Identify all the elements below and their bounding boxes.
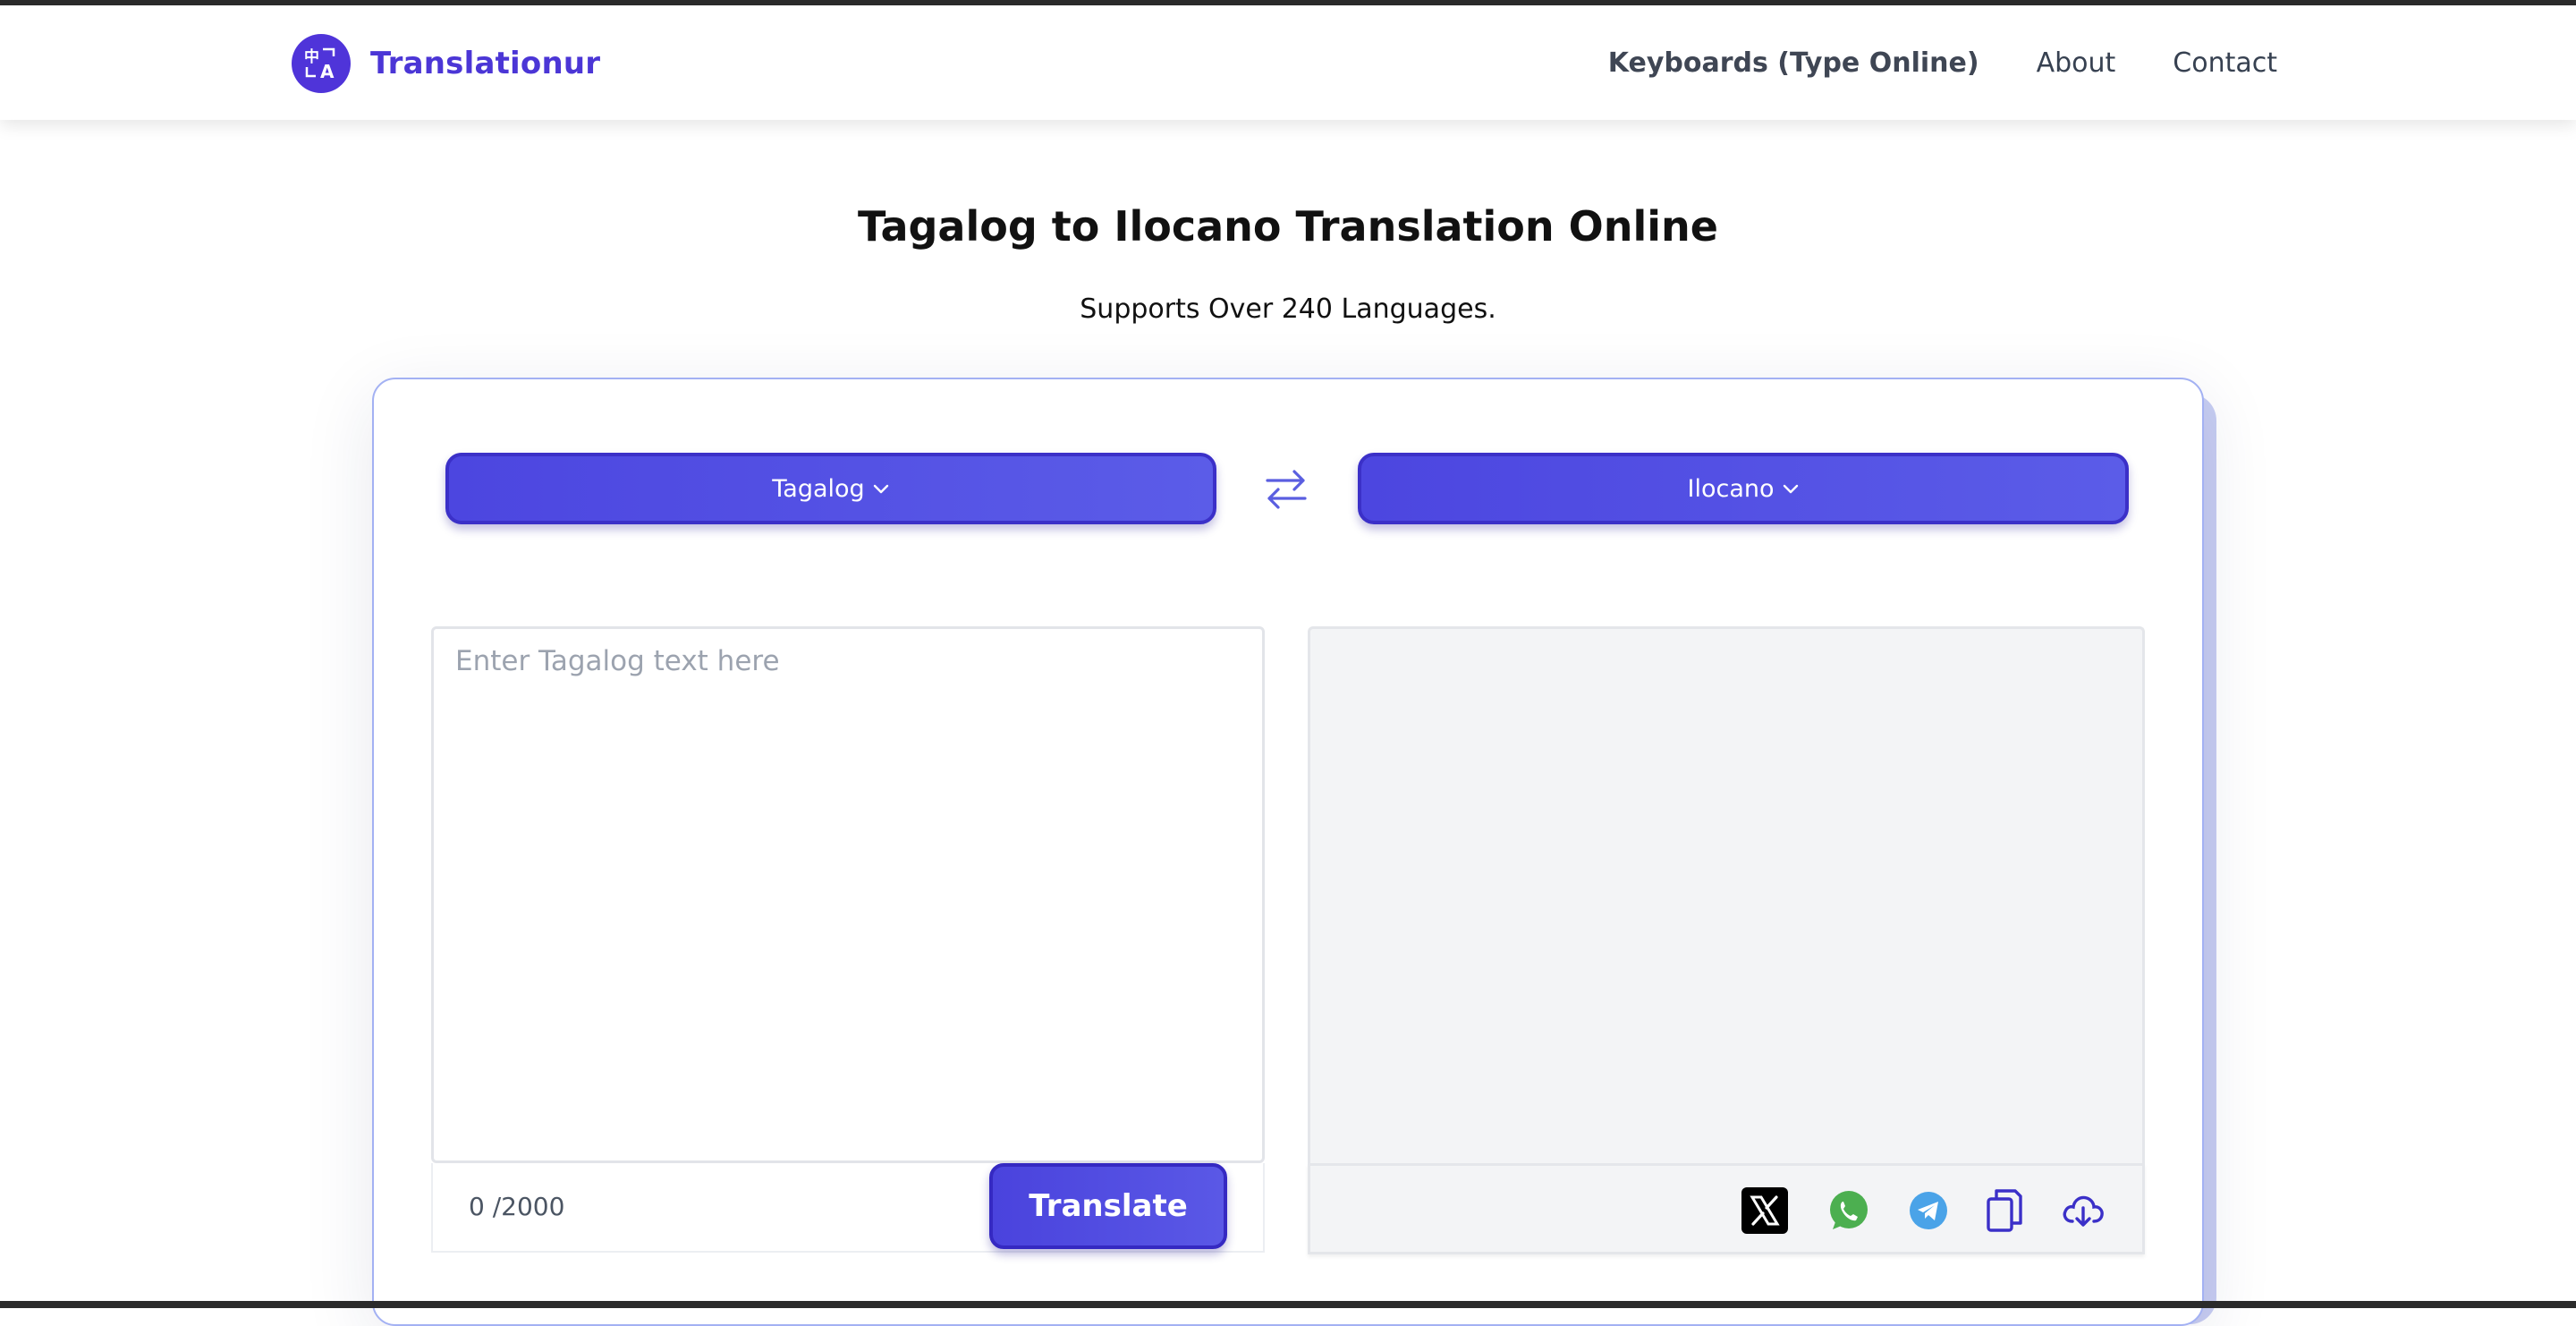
output-footer	[1308, 1163, 2145, 1254]
whatsapp-icon[interactable]	[1826, 1187, 1872, 1234]
main-nav: Keyboards (Type Online) About Contact	[1608, 5, 2277, 120]
target-language-select[interactable]: Ilocano	[1358, 453, 2129, 524]
source-text-input[interactable]	[434, 629, 1262, 1160]
brand-link[interactable]: 中 A Translationur	[292, 33, 600, 94]
target-language-label: Ilocano	[1687, 474, 1775, 503]
window-bottom-border	[0, 1301, 2576, 1308]
swap-arrows-icon	[1266, 470, 1307, 509]
share-actions	[1740, 1186, 2106, 1236]
chevron-down-icon	[873, 484, 888, 494]
cloud-download-icon[interactable]	[2060, 1191, 2106, 1230]
character-counter: 0 /2000	[469, 1192, 565, 1221]
page-title: Tagalog to Ilocano Translation Online	[858, 202, 1718, 251]
brand-name: Translationur	[370, 46, 601, 81]
svg-text:中: 中	[304, 47, 319, 66]
svg-text:A: A	[320, 61, 335, 82]
copy-icon[interactable]	[1985, 1187, 2024, 1234]
translator-card: Tagalog Ilocano 0 /2000 Translate	[372, 378, 2204, 1326]
page-subtitle: Supports Over 240 Languages.	[1080, 293, 1496, 325]
translate-button[interactable]: Translate	[989, 1163, 1227, 1249]
source-language-select[interactable]: Tagalog	[445, 453, 1216, 524]
nav-contact[interactable]: Contact	[2173, 47, 2277, 79]
telegram-icon[interactable]	[1908, 1190, 1949, 1231]
source-language-label: Tagalog	[772, 474, 865, 503]
translate-icon: 中 A	[292, 34, 351, 93]
chevron-down-icon	[1783, 484, 1798, 494]
nav-about[interactable]: About	[2037, 47, 2116, 79]
site-header: 中 A Translationur Keyboards (Type Online…	[0, 5, 2576, 120]
nav-keyboards[interactable]: Keyboards (Type Online)	[1608, 47, 1979, 79]
x-twitter-icon[interactable]	[1740, 1186, 1790, 1236]
source-text-area	[431, 626, 1265, 1163]
swap-languages-button[interactable]	[1259, 462, 1313, 515]
translation-output	[1308, 626, 2145, 1163]
input-footer: 0 /2000 Translate	[431, 1163, 1265, 1253]
